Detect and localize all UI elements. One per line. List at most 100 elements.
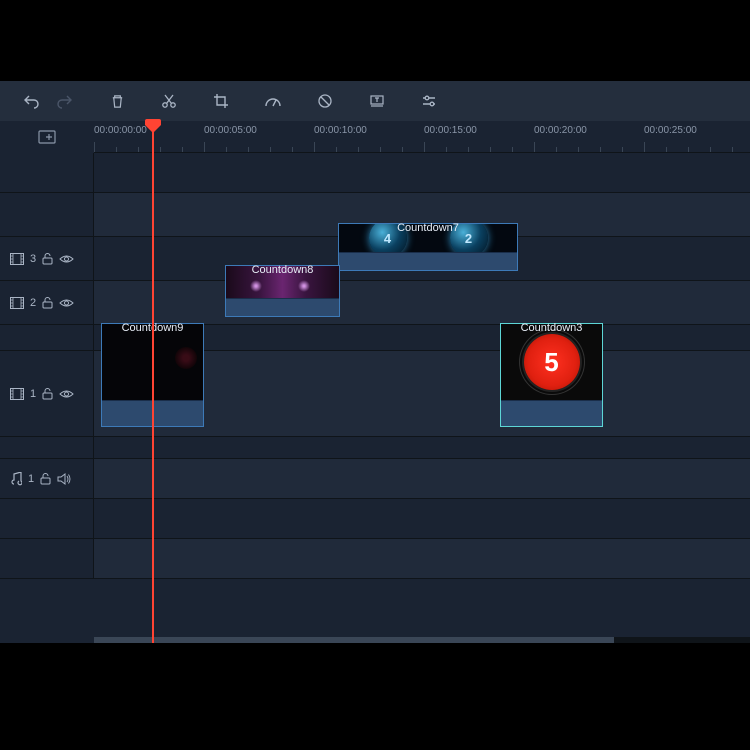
ruler-tick-minor [468, 147, 469, 152]
track-number: 1 [28, 473, 34, 485]
clip-title: Countdown8 [252, 264, 314, 276]
crop-button[interactable] [206, 86, 236, 116]
track-number: 1 [30, 388, 36, 400]
track-spacer-top [0, 153, 750, 193]
ruler-tick-minor [710, 147, 711, 152]
track-header [0, 499, 94, 538]
lock-open-icon[interactable] [42, 387, 53, 400]
text-overlay-button[interactable] [362, 86, 392, 116]
track-body[interactable] [94, 499, 750, 538]
track-header: 3 [0, 237, 94, 280]
toolbar [0, 81, 750, 121]
track-header: 2 [0, 281, 94, 324]
track-body[interactable]: Countdown8 [94, 281, 750, 324]
track-spacer-6 [0, 539, 750, 579]
ruler-tick-minor [600, 147, 601, 152]
track-header [0, 193, 94, 236]
eye-icon[interactable] [59, 298, 74, 308]
scrollbar-thumb[interactable] [94, 637, 614, 643]
track-header [0, 325, 94, 350]
clip-audio-strip [501, 400, 602, 426]
ruler-tick-minor [138, 147, 139, 152]
ruler-tick-minor [226, 147, 227, 152]
ruler-label: 00:00:20:00 [534, 125, 587, 136]
track-audio1: 1 [0, 459, 750, 499]
clip-c7[interactable]: Countdown742 [338, 223, 518, 271]
undo-button[interactable] [16, 86, 46, 116]
track-body[interactable] [94, 459, 750, 498]
adjust-button[interactable] [414, 86, 444, 116]
track-header [0, 437, 94, 458]
track-body[interactable] [94, 539, 750, 578]
video-editor-timeline: 00:00:00:0000:00:05:0000:00:10:0000:00:1… [0, 81, 750, 643]
ruler-tick-minor [336, 147, 337, 152]
ruler-tick-minor [622, 147, 623, 152]
delete-button[interactable] [102, 86, 132, 116]
music-icon [10, 472, 22, 486]
ruler-tick-minor [116, 147, 117, 152]
ruler-tick [94, 142, 95, 152]
track-video1: 1 Countdown9Countdown35 [0, 351, 750, 437]
track-video3: 3 Countdown742 [0, 237, 750, 281]
ruler-tick-minor [380, 147, 381, 152]
ruler-label: 00:00:25:00 [644, 125, 697, 136]
ruler-tick [534, 142, 535, 152]
ruler-tick-minor [490, 147, 491, 152]
lock-open-icon[interactable] [40, 472, 51, 485]
ruler-tick-minor [446, 147, 447, 152]
track-body[interactable] [94, 437, 750, 458]
track-header: 1 [0, 459, 94, 498]
clip-title: Countdown7 [397, 222, 459, 234]
lock-open-icon[interactable] [42, 252, 53, 265]
eye-icon[interactable] [59, 389, 74, 399]
ruler-tick-minor [688, 147, 689, 152]
playhead-handle-icon[interactable] [145, 119, 161, 133]
ruler-tick-minor [512, 147, 513, 152]
ruler-tick [314, 142, 315, 152]
horizontal-scrollbar[interactable] [94, 637, 750, 643]
ruler-label: 00:00:15:00 [424, 125, 477, 136]
eye-icon[interactable] [59, 254, 74, 264]
cut-button[interactable] [154, 86, 184, 116]
ruler-tick-minor [666, 147, 667, 152]
clip-audio-strip [226, 298, 339, 316]
ruler-tick [424, 142, 425, 152]
ruler-label: 00:00:10:00 [314, 125, 367, 136]
ruler-tick-minor [556, 147, 557, 152]
clip-c8[interactable]: Countdown8 [225, 265, 340, 317]
lock-open-icon[interactable] [42, 296, 53, 309]
add-track-button[interactable] [0, 121, 94, 153]
clip-c3[interactable]: Countdown35 [500, 323, 603, 427]
film-icon [10, 253, 24, 265]
track-number: 3 [30, 253, 36, 265]
speaker-icon[interactable] [57, 473, 71, 485]
ruler-tick [644, 142, 645, 152]
clip-thumbnail: 5 [501, 324, 602, 400]
ruler-tick-minor [292, 147, 293, 152]
redo-button[interactable] [50, 86, 80, 116]
ruler-tick-minor [732, 147, 733, 152]
tracks-area: 3Countdown7422Countdown81Countdown9Count… [0, 153, 750, 643]
track-body[interactable] [94, 153, 750, 192]
time-ruler[interactable]: 00:00:00:0000:00:05:0000:00:10:0000:00:1… [94, 121, 750, 153]
film-icon [10, 297, 24, 309]
track-body[interactable]: Countdown9Countdown35 [94, 351, 750, 436]
clip-audio-strip [339, 252, 517, 270]
track-video2: 2Countdown8 [0, 281, 750, 325]
track-spacer-4 [0, 437, 750, 459]
clip-title: Countdown3 [521, 322, 583, 334]
ruler-tick-minor [248, 147, 249, 152]
color-correction-button[interactable] [310, 86, 340, 116]
track-body[interactable]: Countdown742 [94, 237, 750, 280]
countdown-disc-icon: 5 [524, 334, 580, 390]
film-icon [10, 388, 24, 400]
ruler-label: 00:00:00:00 [94, 125, 147, 136]
track-header [0, 539, 94, 578]
playhead[interactable] [152, 121, 154, 643]
ruler-tick [204, 142, 205, 152]
ruler-row: 00:00:00:0000:00:05:0000:00:10:0000:00:1… [0, 121, 750, 153]
speed-button[interactable] [258, 86, 288, 116]
ruler-tick-minor [160, 147, 161, 152]
ruler-tick-minor [578, 147, 579, 152]
ruler-tick-minor [402, 147, 403, 152]
